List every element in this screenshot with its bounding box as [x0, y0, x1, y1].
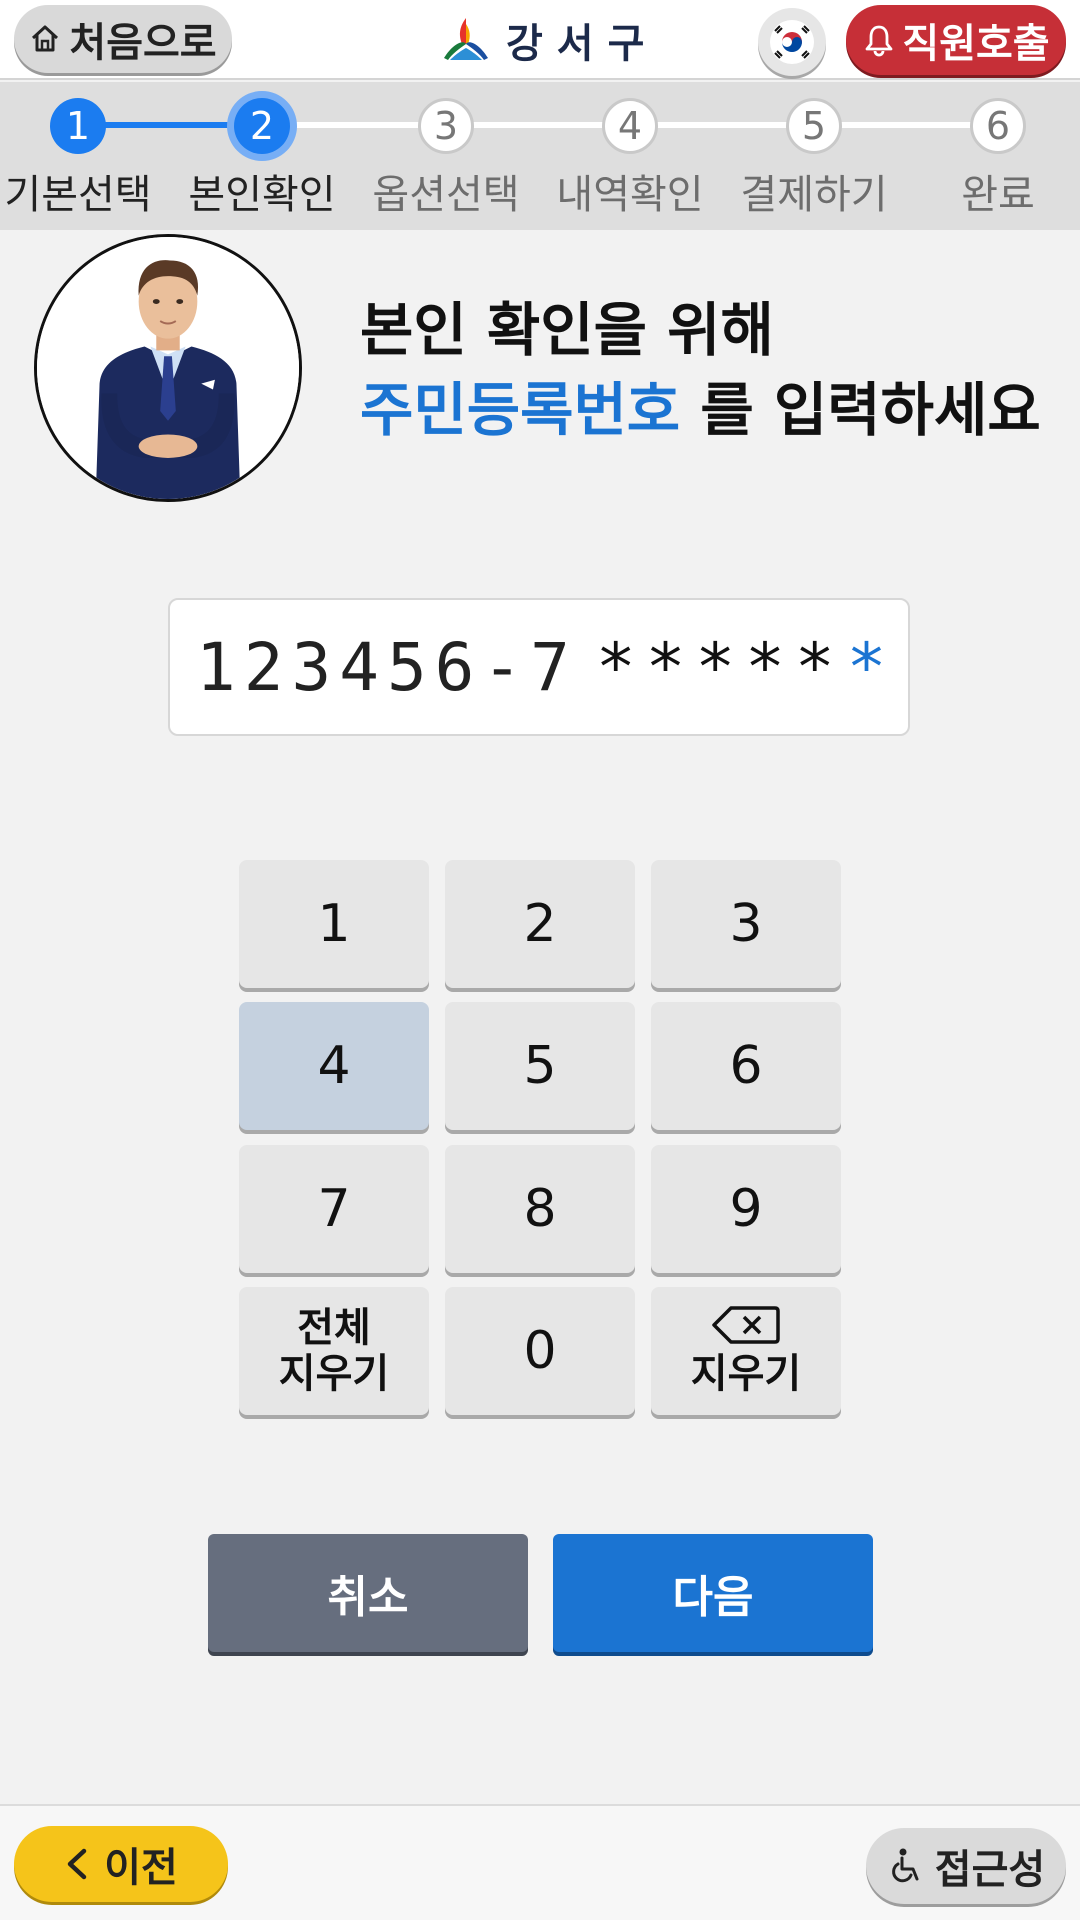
resident-number-entered: 123456-7	[196, 628, 578, 706]
logo-text: 강서구	[506, 21, 659, 67]
district-logo: 강서구	[440, 10, 658, 70]
backspace-icon	[712, 1306, 780, 1344]
home-icon	[32, 25, 59, 52]
step-5-label: 결제하기	[740, 172, 888, 218]
language-button[interactable]	[758, 8, 826, 76]
step-2-indicator: 2	[234, 98, 290, 154]
clear-all-line-1: 전체	[297, 1305, 371, 1351]
key-0[interactable]: 0	[445, 1287, 635, 1415]
instruction-text: 본인 확인을 위해 주민등록번호 를 입력하세요	[360, 290, 1060, 450]
bottom-bar: 이전 접근성	[0, 1804, 1080, 1920]
key-9[interactable]: 9	[651, 1145, 841, 1273]
key-1[interactable]: 1	[239, 860, 429, 988]
resident-number-mask: *****	[595, 628, 845, 706]
progress-stepper: 1 2 3 4 5 6 기본선택 본인확인 옵션선택 내역확인 결제하기 완료	[0, 82, 1080, 230]
instruction-line-1: 본인 확인을 위해	[360, 296, 774, 364]
korea-flag-icon	[770, 20, 814, 64]
top-bar: 처음으로 강서구 직원호출	[0, 0, 1080, 80]
home-button[interactable]: 처음으로	[14, 5, 232, 73]
step-6-indicator: 6	[970, 98, 1026, 154]
step-5-indicator: 5	[786, 98, 842, 154]
wheelchair-icon	[891, 1848, 919, 1883]
key-6[interactable]: 6	[651, 1002, 841, 1130]
home-button-label: 처음으로	[69, 20, 217, 66]
step-6-label: 완료	[961, 172, 1035, 218]
step-2-label: 본인확인	[188, 172, 336, 218]
step-3-indicator: 3	[418, 98, 474, 154]
key-3[interactable]: 3	[651, 860, 841, 988]
staff-call-label: 직원호출	[902, 21, 1050, 67]
backspace-label: 지우기	[690, 1351, 802, 1397]
resident-number-cursor: *	[846, 628, 887, 706]
chevron-left-icon	[67, 1848, 87, 1880]
key-5[interactable]: 5	[445, 1002, 635, 1130]
gangseo-emblem-icon	[444, 18, 488, 60]
instruction-line-2: 주민등록번호 를 입력하세요	[360, 370, 1060, 450]
step-1-indicator: 1	[50, 98, 106, 154]
key-4[interactable]: 4	[239, 1002, 429, 1130]
clear-all-key[interactable]: 전체 지우기	[239, 1287, 429, 1415]
instruction-line-2-rest: 를 입력하세요	[680, 376, 1041, 444]
step-3-label: 옵션선택	[372, 172, 520, 218]
step-4-label: 내역확인	[556, 172, 704, 218]
step-4-indicator: 4	[602, 98, 658, 154]
resident-number-display[interactable]: 123456-7 ***** *	[168, 598, 910, 736]
accessibility-label: 접근성	[934, 1847, 1046, 1893]
step-1-label: 기본선택	[4, 172, 152, 218]
next-button[interactable]: 다음	[553, 1534, 873, 1652]
key-7[interactable]: 7	[239, 1145, 429, 1273]
previous-button[interactable]: 이전	[14, 1826, 228, 1902]
instruction-highlight: 주민등록번호	[360, 376, 681, 444]
staff-call-button[interactable]: 직원호출	[846, 5, 1066, 75]
backspace-key[interactable]: 지우기	[651, 1287, 841, 1415]
cancel-button[interactable]: 취소	[208, 1534, 528, 1652]
previous-label: 이전	[104, 1845, 178, 1891]
bell-icon	[865, 25, 893, 57]
key-2[interactable]: 2	[445, 860, 635, 988]
accessibility-button[interactable]: 접근성	[866, 1828, 1066, 1904]
clear-all-line-2: 지우기	[278, 1351, 390, 1397]
sign-language-avatar	[34, 234, 302, 502]
key-8[interactable]: 8	[445, 1145, 635, 1273]
avatar-illustration	[37, 237, 299, 499]
